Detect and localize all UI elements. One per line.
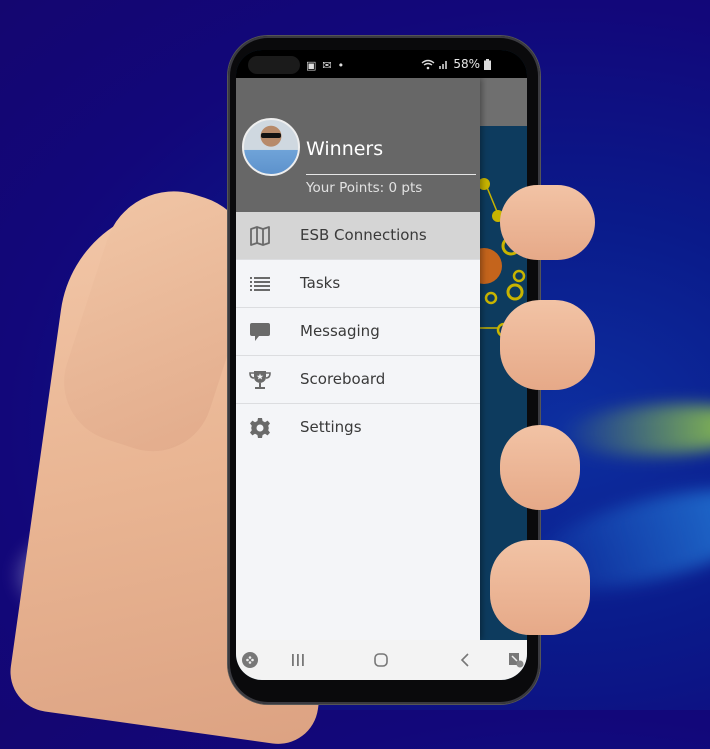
redacted-area [248,56,300,74]
game-launcher-icon[interactable] [242,652,258,668]
mail-icon: ✉ [322,58,332,72]
trophy-icon [249,371,271,389]
drawer-menu: ESB Connections Tasks Messaging Scoreboa… [236,212,480,451]
menu-item-settings[interactable]: Settings [236,404,480,451]
network-node [506,283,524,301]
menu-item-messaging[interactable]: Messaging [236,308,480,356]
image-icon: ▣ [306,58,317,72]
hand-finger [490,540,590,635]
background-light-streak-green [558,399,710,461]
signal-icon [439,61,448,69]
menu-label: Messaging [300,322,380,340]
recent-apps-icon[interactable] [291,653,305,667]
hand-finger [500,300,595,390]
network-node [512,269,526,283]
hand-finger [500,425,580,510]
home-icon[interactable] [374,653,388,667]
navigation-drawer: Winners Your Points: 0 pts ESB Connectio… [236,78,480,640]
chat-bubble-icon [250,323,270,341]
screen-capture-icon[interactable] [508,652,524,668]
menu-label: Settings [300,418,362,436]
menu-label: Tasks [300,274,341,292]
map-icon [250,226,270,246]
menu-item-scoreboard[interactable]: Scoreboard [236,356,480,404]
menu-label: ESB Connections [300,226,427,244]
menu-item-esb-connections[interactable]: ESB Connections [236,212,480,260]
hand-finger [500,185,595,260]
avatar[interactable] [242,118,300,176]
user-name: Winners [306,138,384,160]
wifi-icon [421,59,435,69]
status-bar: ▣ ✉ • 58% [236,50,527,78]
user-divider [306,174,476,175]
system-navigation-bar [236,640,527,680]
menu-item-tasks[interactable]: Tasks [236,260,480,308]
list-icon [250,277,270,291]
network-node [484,291,498,305]
drawer-header: Winners Your Points: 0 pts [236,78,480,212]
gear-icon [250,418,270,438]
user-points: Your Points: 0 pts [306,180,423,196]
avatar-sunglasses [261,133,281,138]
dot-icon: • [337,58,345,72]
battery-icon [484,58,491,70]
battery-percent: 58% [453,57,480,71]
phone-screen: ▣ ✉ • 58% Winners Your Points: 0 pts ESB… [236,50,527,680]
back-icon[interactable] [460,653,470,667]
menu-label: Scoreboard [300,370,386,388]
